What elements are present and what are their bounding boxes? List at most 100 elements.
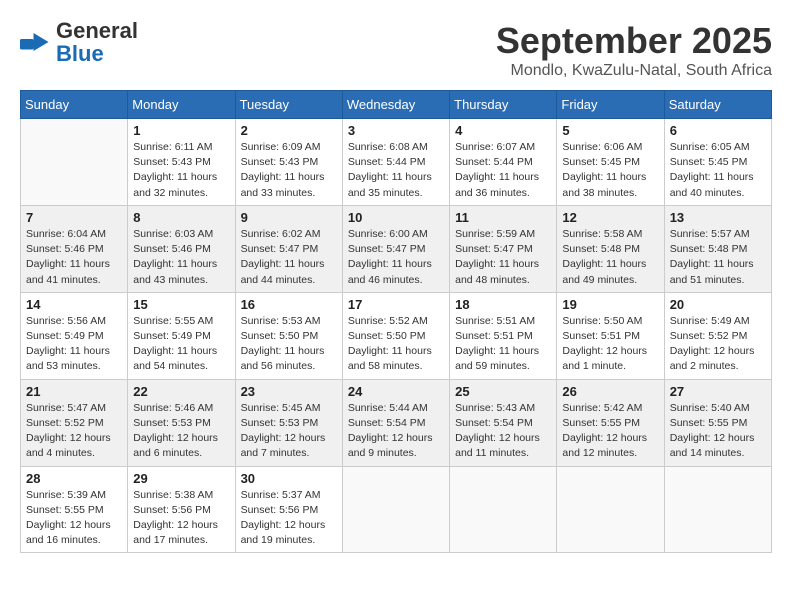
day-number: 15 bbox=[133, 297, 229, 312]
day-info: Sunrise: 5:44 AMSunset: 5:54 PMDaylight:… bbox=[348, 401, 444, 462]
location: Mondlo, KwaZulu-Natal, South Africa bbox=[496, 62, 772, 80]
calendar-day-cell: 5 Sunrise: 6:06 AMSunset: 5:45 PMDaylight… bbox=[557, 119, 664, 206]
day-info: Sunrise: 6:03 AMSunset: 5:46 PMDaylight:… bbox=[133, 227, 229, 288]
day-info: Sunrise: 5:58 AMSunset: 5:48 PMDaylight:… bbox=[562, 227, 658, 288]
calendar-day-cell: 24Sunrise: 5:44 AMSunset: 5:54 PMDayligh… bbox=[342, 379, 449, 466]
day-info: Sunrise: 6:06 AMSunset: 5:45 PMDaylight:… bbox=[562, 140, 658, 201]
day-info: Sunrise: 5:51 AMSunset: 5:51 PMDaylight:… bbox=[455, 314, 551, 375]
day-number: 21 bbox=[26, 384, 122, 399]
calendar-day-cell bbox=[557, 466, 664, 553]
calendar-day-cell: 28Sunrise: 5:39 AMSunset: 5:55 PMDayligh… bbox=[21, 466, 128, 553]
day-info: Sunrise: 5:42 AMSunset: 5:55 PMDaylight:… bbox=[562, 401, 658, 462]
weekday-header: Tuesday bbox=[235, 91, 342, 119]
logo-general: General bbox=[56, 18, 138, 43]
month-title: September 2025 bbox=[496, 20, 772, 62]
day-info: Sunrise: 5:49 AMSunset: 5:52 PMDaylight:… bbox=[670, 314, 766, 375]
day-info: Sunrise: 5:47 AMSunset: 5:52 PMDaylight:… bbox=[26, 401, 122, 462]
weekday-header: Monday bbox=[128, 91, 235, 119]
calendar-day-cell: 17Sunrise: 5:52 AMSunset: 5:50 PMDayligh… bbox=[342, 292, 449, 379]
logo-text: General Blue bbox=[56, 18, 138, 66]
day-number: 8 bbox=[133, 210, 229, 225]
day-number: 25 bbox=[455, 384, 551, 399]
calendar-day-cell: 26 Sunrise: 5:42 AMSunset: 5:55 PMDayligh… bbox=[557, 379, 664, 466]
day-number: 9 bbox=[241, 210, 337, 225]
day-info: Sunrise: 5:39 AMSunset: 5:55 PMDaylight:… bbox=[26, 488, 122, 549]
calendar-day-cell: 3 Sunrise: 6:08 AMSunset: 5:44 PMDaylight… bbox=[342, 119, 449, 206]
day-number: 5 bbox=[562, 123, 658, 138]
calendar-week-row: 1 Sunrise: 6:11 AMSunset: 5:43 PMDaylight… bbox=[21, 119, 772, 206]
day-info: Sunrise: 6:08 AMSunset: 5:44 PMDaylight:… bbox=[348, 140, 444, 201]
day-number: 29 bbox=[133, 471, 229, 486]
calendar-week-row: 7 Sunrise: 6:04 AMSunset: 5:46 PMDaylight… bbox=[21, 205, 772, 292]
logo-icon bbox=[20, 33, 50, 51]
weekday-header-row: SundayMondayTuesdayWednesdayThursdayFrid… bbox=[21, 91, 772, 119]
day-info: Sunrise: 5:45 AMSunset: 5:53 PMDaylight:… bbox=[241, 401, 337, 462]
weekday-header: Friday bbox=[557, 91, 664, 119]
calendar-day-cell bbox=[664, 466, 771, 553]
day-number: 22 bbox=[133, 384, 229, 399]
day-number: 30 bbox=[241, 471, 337, 486]
day-number: 10 bbox=[348, 210, 444, 225]
calendar-day-cell: 21 Sunrise: 5:47 AMSunset: 5:52 PMDayligh… bbox=[21, 379, 128, 466]
weekday-header: Saturday bbox=[664, 91, 771, 119]
day-info: Sunrise: 6:02 AMSunset: 5:47 PMDaylight:… bbox=[241, 227, 337, 288]
day-info: Sunrise: 5:50 AMSunset: 5:51 PMDaylight:… bbox=[562, 314, 658, 375]
weekday-header: Thursday bbox=[450, 91, 557, 119]
day-number: 1 bbox=[133, 123, 229, 138]
day-info: Sunrise: 5:57 AMSunset: 5:48 PMDaylight:… bbox=[670, 227, 766, 288]
day-info: Sunrise: 5:43 AMSunset: 5:54 PMDaylight:… bbox=[455, 401, 551, 462]
day-number: 27 bbox=[670, 384, 766, 399]
day-info: Sunrise: 6:09 AMSunset: 5:43 PMDaylight:… bbox=[241, 140, 337, 201]
day-number: 2 bbox=[241, 123, 337, 138]
day-info: Sunrise: 6:04 AMSunset: 5:46 PMDaylight:… bbox=[26, 227, 122, 288]
calendar-day-cell bbox=[450, 466, 557, 553]
calendar-day-cell: 4Sunrise: 6:07 AMSunset: 5:44 PMDaylight… bbox=[450, 119, 557, 206]
day-number: 14 bbox=[26, 297, 122, 312]
day-info: Sunrise: 5:56 AMSunset: 5:49 PMDaylight:… bbox=[26, 314, 122, 375]
day-number: 7 bbox=[26, 210, 122, 225]
title-area: September 2025 Mondlo, KwaZulu-Natal, So… bbox=[496, 20, 772, 80]
day-number: 3 bbox=[348, 123, 444, 138]
day-number: 20 bbox=[670, 297, 766, 312]
day-number: 18 bbox=[455, 297, 551, 312]
day-number: 23 bbox=[241, 384, 337, 399]
weekday-header: Sunday bbox=[21, 91, 128, 119]
calendar-day-cell: 22 Sunrise: 5:46 AMSunset: 5:53 PMDayligh… bbox=[128, 379, 235, 466]
calendar-day-cell: 20 Sunrise: 5:49 AMSunset: 5:52 PMDayligh… bbox=[664, 292, 771, 379]
day-info: Sunrise: 5:55 AMSunset: 5:49 PMDaylight:… bbox=[133, 314, 229, 375]
day-number: 11 bbox=[455, 210, 551, 225]
calendar-day-cell: 11 Sunrise: 5:59 AMSunset: 5:47 PMDayligh… bbox=[450, 205, 557, 292]
day-number: 4 bbox=[455, 123, 551, 138]
calendar: SundayMondayTuesdayWednesdayThursdayFrid… bbox=[20, 90, 772, 553]
calendar-day-cell: 14 Sunrise: 5:56 AMSunset: 5:49 PMDayligh… bbox=[21, 292, 128, 379]
day-info: Sunrise: 5:46 AMSunset: 5:53 PMDaylight:… bbox=[133, 401, 229, 462]
header: General Blue September 2025 Mondlo, KwaZ… bbox=[20, 20, 772, 80]
calendar-day-cell: 12 Sunrise: 5:58 AMSunset: 5:48 PMDayligh… bbox=[557, 205, 664, 292]
calendar-day-cell: 30 Sunrise: 5:37 AMSunset: 5:56 PMDayligh… bbox=[235, 466, 342, 553]
day-info: Sunrise: 5:40 AMSunset: 5:55 PMDaylight:… bbox=[670, 401, 766, 462]
day-info: Sunrise: 6:00 AMSunset: 5:47 PMDaylight:… bbox=[348, 227, 444, 288]
day-number: 26 bbox=[562, 384, 658, 399]
calendar-day-cell: 19 Sunrise: 5:50 AMSunset: 5:51 PMDayligh… bbox=[557, 292, 664, 379]
logo: General Blue bbox=[20, 20, 138, 66]
calendar-day-cell: 7 Sunrise: 6:04 AMSunset: 5:46 PMDaylight… bbox=[21, 205, 128, 292]
day-info: Sunrise: 6:11 AMSunset: 5:43 PMDaylight:… bbox=[133, 140, 229, 201]
calendar-day-cell: 9 Sunrise: 6:02 AMSunset: 5:47 PMDaylight… bbox=[235, 205, 342, 292]
calendar-day-cell: 27 Sunrise: 5:40 AMSunset: 5:55 PMDayligh… bbox=[664, 379, 771, 466]
calendar-day-cell: 29Sunrise: 5:38 AMSunset: 5:56 PMDayligh… bbox=[128, 466, 235, 553]
calendar-day-cell: 15 Sunrise: 5:55 AMSunset: 5:49 PMDayligh… bbox=[128, 292, 235, 379]
calendar-day-cell bbox=[21, 119, 128, 206]
day-info: Sunrise: 5:37 AMSunset: 5:56 PMDaylight:… bbox=[241, 488, 337, 549]
calendar-day-cell: 2 Sunrise: 6:09 AMSunset: 5:43 PMDaylight… bbox=[235, 119, 342, 206]
calendar-day-cell: 18 Sunrise: 5:51 AMSunset: 5:51 PMDayligh… bbox=[450, 292, 557, 379]
calendar-day-cell: 8 Sunrise: 6:03 AMSunset: 5:46 PMDaylight… bbox=[128, 205, 235, 292]
day-number: 19 bbox=[562, 297, 658, 312]
day-info: Sunrise: 5:59 AMSunset: 5:47 PMDaylight:… bbox=[455, 227, 551, 288]
calendar-day-cell: 13Sunrise: 5:57 AMSunset: 5:48 PMDayligh… bbox=[664, 205, 771, 292]
day-info: Sunrise: 6:05 AMSunset: 5:45 PMDaylight:… bbox=[670, 140, 766, 201]
day-number: 12 bbox=[562, 210, 658, 225]
weekday-header: Wednesday bbox=[342, 91, 449, 119]
calendar-day-cell: 10 Sunrise: 6:00 AMSunset: 5:47 PMDayligh… bbox=[342, 205, 449, 292]
calendar-week-row: 21 Sunrise: 5:47 AMSunset: 5:52 PMDayligh… bbox=[21, 379, 772, 466]
day-number: 6 bbox=[670, 123, 766, 138]
